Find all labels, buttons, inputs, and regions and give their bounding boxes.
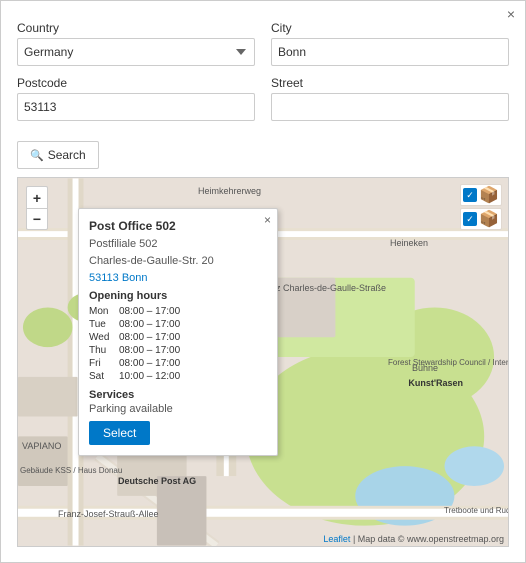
map-label-deutschepost: Deutsche Post AG [118,476,196,486]
zoom-in-button[interactable]: + [26,186,48,208]
map-label-gebaude: Gebäude KSS / Haus Donau [20,466,80,476]
hours-time: 08:00 – 17:00 [119,331,267,344]
map-label-forest: Forest Stewardship Council / Internation… [388,358,478,368]
country-label: Country [17,21,255,35]
post-package-icon-1: 📦 [479,185,499,205]
hours-row: Thu08:00 – 17:00 [89,344,267,357]
hours-row: Mon08:00 – 17:00 [89,305,267,318]
street-label: Street [271,76,509,90]
postcode-label: Postcode [17,76,255,90]
city-input[interactable] [271,38,509,66]
select-button[interactable]: Select [89,421,150,445]
country-select[interactable]: Germany [17,38,255,66]
form-row-1: Country Germany City [17,21,509,66]
hours-day: Sat [89,370,119,383]
country-group: Country Germany [17,21,255,66]
popup-address-line2: Charles-de-Gaulle-Str. 20 [89,254,267,269]
map-label-tret: Tretboote und Ruderbootverleih [444,506,504,516]
map-label-heimkehrerweg: Heimkehrerweg [198,186,261,196]
street-group: Street [271,76,509,121]
map-label-vapiano: VAPIANO [22,441,61,451]
map-label-kunstrasen: Kunst'Rasen [408,378,463,388]
close-button[interactable]: × [507,7,515,21]
location-popup: × Post Office 502 Postfiliale 502 Charle… [78,208,278,456]
hours-time: 08:00 – 17:00 [119,357,267,370]
hours-day: Wed [89,331,119,344]
hours-day: Thu [89,344,119,357]
city-label: City [271,21,509,35]
dialog: × Country Germany City Postcode Street [0,0,526,563]
zoom-out-button[interactable]: − [26,208,48,230]
popup-hours-title: Opening hours [89,290,267,302]
popup-close-button[interactable]: × [264,213,271,227]
hours-row: Fri08:00 – 17:00 [89,357,267,370]
popup-city: 53113 Bonn [89,272,267,284]
map-icons: ✓ 📦 ✓ 📦 [460,184,502,230]
post-icon-item-1[interactable]: ✓ 📦 [460,184,502,206]
hours-time: 10:00 – 12:00 [119,370,267,383]
popup-services: Parking available [89,403,267,415]
form-row-2: Postcode Street [17,76,509,121]
search-icon: 🔍 [30,149,44,162]
search-button[interactable]: 🔍 Search [17,141,99,169]
post-package-icon-2: 📦 [479,209,499,229]
popup-hours-table: Mon08:00 – 17:00Tue08:00 – 17:00Wed08:00… [89,305,267,383]
popup-title: Post Office 502 [89,219,267,233]
hours-row: Sat10:00 – 12:00 [89,370,267,383]
postcode-group: Postcode [17,76,255,121]
street-input[interactable] [271,93,509,121]
map-label-franzjosef: Franz-Josef-Strauß-Allee [58,509,148,521]
popup-address-line1: Postfiliale 502 [89,237,267,252]
check-icon-2: ✓ [463,212,477,226]
postcode-input[interactable] [17,93,255,121]
hours-time: 08:00 – 17:00 [119,305,267,318]
hours-time: 08:00 – 17:00 [119,318,267,331]
form-area: Country Germany City Postcode Street [1,1,525,141]
leaflet-link[interactable]: Leaflet [323,534,350,544]
search-button-label: Search [48,148,86,162]
hours-day: Mon [89,305,119,318]
hours-row: Wed08:00 – 17:00 [89,331,267,344]
city-group: City [271,21,509,66]
check-icon-1: ✓ [463,188,477,202]
post-icon-item-2[interactable]: ✓ 📦 [460,208,502,230]
map-container[interactable]: + − ✓ 📦 ✓ 📦 Heimkehrerweg Parkplatz Char… [17,177,509,547]
popup-services-title: Services [89,389,267,401]
popup-city-name: Bonn [122,272,148,284]
map-controls: + − [26,186,48,230]
popup-postcode: 53113 [89,272,119,284]
hours-time: 08:00 – 17:00 [119,344,267,357]
hours-day: Fri [89,357,119,370]
map-label-heineken: Heineken [390,238,428,248]
hours-row: Tue08:00 – 17:00 [89,318,267,331]
map-data-label: Map data © www.openstreetmap.org [358,534,504,544]
hours-day: Tue [89,318,119,331]
map-attribution: Leaflet | Map data © www.openstreetmap.o… [323,534,504,544]
